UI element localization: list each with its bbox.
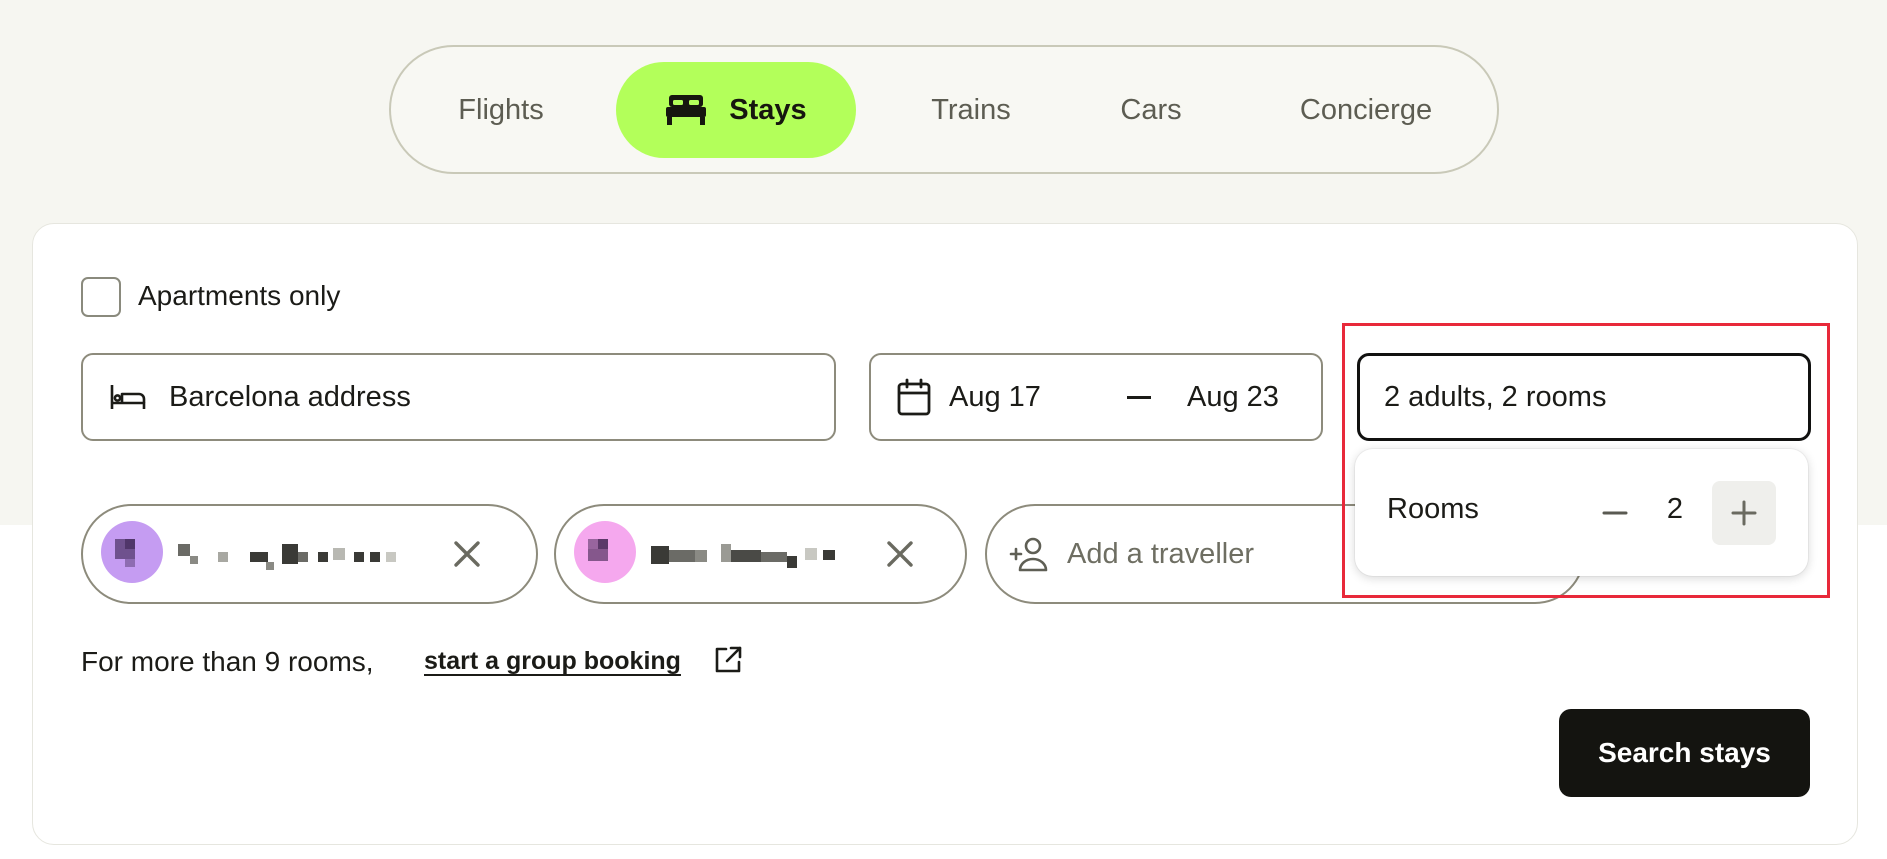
external-link-icon[interactable] (713, 645, 743, 675)
date-end: Aug 23 (1187, 380, 1279, 413)
tab-flights-label: Flights (458, 93, 544, 126)
plus-icon (1731, 500, 1757, 526)
travel-mode-tabs: Flights Stays Trains Cars Concierge (389, 45, 1499, 174)
travellers-value: 2 adults, 2 rooms (1384, 380, 1607, 413)
travellers-rooms-input[interactable]: 2 adults, 2 rooms (1357, 353, 1811, 441)
tab-trains-label: Trains (931, 93, 1011, 126)
rooms-increment-button[interactable] (1712, 481, 1776, 545)
location-value: Barcelona address (169, 380, 411, 413)
rooms-popover: Rooms 2 (1355, 449, 1808, 576)
group-booking-link[interactable]: start a group booking (424, 647, 681, 676)
add-traveller-label: Add a traveller (1067, 538, 1254, 570)
tab-cars[interactable]: Cars (1081, 62, 1221, 158)
close-icon[interactable] (449, 536, 485, 572)
tab-stays[interactable]: Stays (616, 62, 856, 158)
minus-icon (1602, 511, 1628, 515)
avatar (574, 521, 636, 583)
apartments-only-label: Apartments only (138, 280, 341, 311)
tab-cars-label: Cars (1120, 93, 1182, 126)
rooms-decrement-button[interactable] (1583, 481, 1647, 545)
add-person-icon (1009, 537, 1048, 572)
traveller-chip (81, 504, 538, 604)
rooms-label: Rooms (1387, 493, 1479, 525)
tab-flights[interactable]: Flights (426, 62, 576, 158)
close-icon[interactable] (882, 536, 918, 572)
bed-icon (666, 95, 707, 125)
date-range-input[interactable]: Aug 17 Aug 23 (869, 353, 1323, 441)
rooms-count: 2 (1666, 493, 1684, 525)
tab-trains[interactable]: Trains (896, 62, 1046, 158)
tab-concierge-label: Concierge (1299, 93, 1433, 126)
date-separator (1127, 395, 1151, 399)
tab-concierge[interactable]: Concierge (1256, 62, 1476, 158)
apartments-only-checkbox[interactable] (81, 277, 121, 317)
bed-outline-icon (110, 385, 146, 409)
traveller-chip (554, 504, 967, 604)
search-stays-button[interactable]: Search stays (1559, 709, 1810, 797)
tab-stays-label: Stays (729, 93, 807, 126)
calendar-icon (897, 378, 931, 416)
avatar (101, 521, 163, 583)
date-start: Aug 17 (949, 380, 1041, 413)
location-input[interactable]: Barcelona address (81, 353, 836, 441)
group-booking-text: For more than 9 rooms, (81, 646, 374, 677)
